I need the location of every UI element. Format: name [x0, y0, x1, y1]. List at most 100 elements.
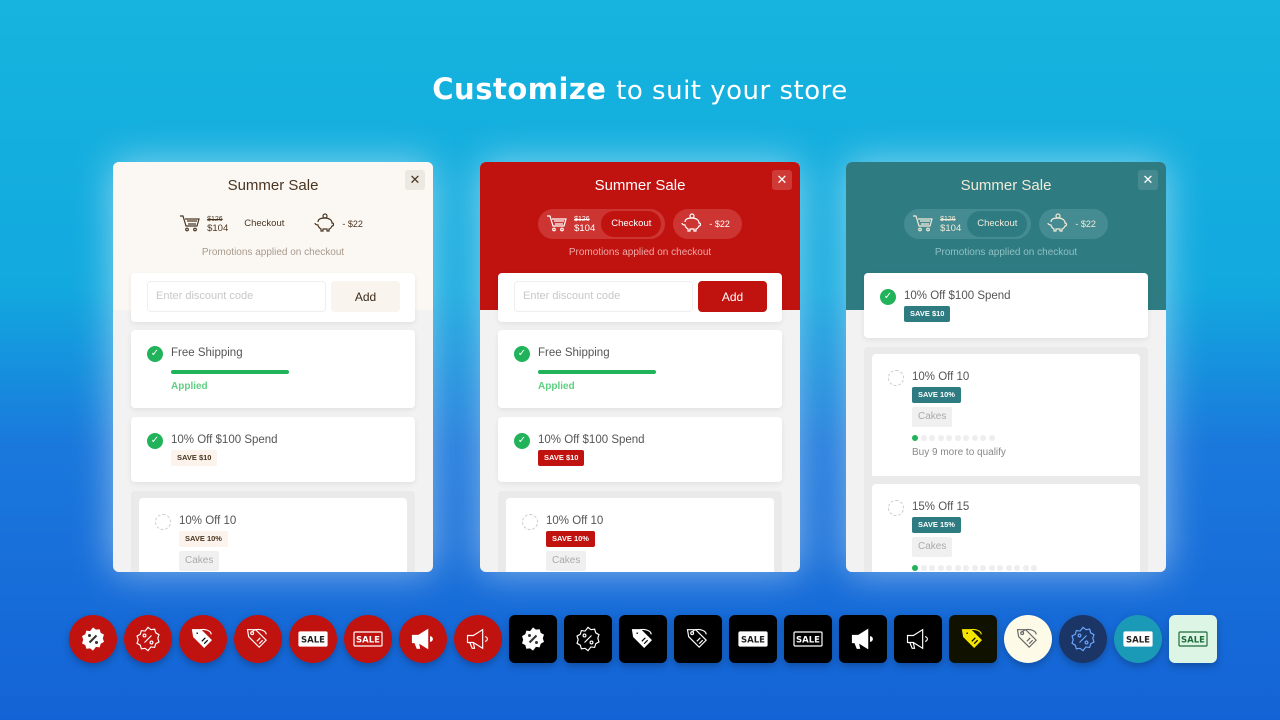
icon-option-badge-percent-filled[interactable] — [509, 615, 557, 663]
promotion-item: 10% Off 10 SAVE 10% Cakes — [506, 498, 774, 572]
icon-option-sale-outline[interactable]: SALE — [344, 615, 392, 663]
megaphone-outline-icon — [464, 625, 492, 653]
progress-dot — [954, 435, 961, 441]
icon-option-tags-outline[interactable] — [234, 615, 282, 663]
icon-option-megaphone-filled[interactable] — [839, 615, 887, 663]
progress-dot — [1022, 565, 1029, 571]
cart-total: $104 — [207, 223, 229, 234]
progress-dot — [920, 565, 927, 571]
progress-dot — [963, 435, 969, 441]
card-title: Summer Sale — [227, 177, 319, 194]
close-icon[interactable]: ✕ — [405, 170, 425, 190]
discount-code-input[interactable]: Enter discount code — [514, 281, 693, 312]
progress-dot — [1014, 565, 1020, 571]
checkout-button[interactable]: Checkout — [601, 211, 662, 237]
icon-option-tags-filled[interactable] — [179, 615, 227, 663]
cart-icon — [912, 214, 934, 234]
piggy-bank-icon — [1047, 213, 1069, 235]
promo-widget-card: Summer Sale ✕ $126 $104 Checkout - $22 Pr… — [113, 162, 433, 572]
tags-outline-icon — [244, 625, 272, 653]
promotion-item: ✓ 10% Off $100 Spend SAVE $10 — [498, 417, 782, 482]
progress-dot — [912, 435, 918, 441]
progress-dot — [971, 565, 978, 571]
svg-text:SALE: SALE — [796, 636, 820, 646]
progress-dot — [929, 565, 935, 571]
icon-option-tags-outline[interactable] — [674, 615, 722, 663]
sale-outline-icon: SALE — [1178, 631, 1208, 647]
icon-option-tags-filled[interactable] — [619, 615, 667, 663]
add-discount-button[interactable]: Add — [331, 281, 400, 312]
collection-tag: Cakes — [912, 407, 953, 427]
icon-option-megaphone-filled[interactable] — [399, 615, 447, 663]
icon-option-sale-filled[interactable]: SALE — [729, 615, 777, 663]
close-icon[interactable]: ✕ — [1138, 170, 1158, 190]
save-badge: SAVE $10 — [904, 306, 951, 322]
quantity-progress — [912, 565, 1037, 571]
promotion-group: 10% Off 10 SAVE 10% Cakes — [498, 491, 782, 572]
cart-pill: $126 $104 Checkout — [538, 209, 666, 239]
collection-tag: Cakes — [912, 537, 953, 557]
discount-panel: Enter discount code Add — [498, 273, 782, 322]
icon-option-badge-percent-outline[interactable] — [564, 615, 612, 663]
icon-option-badge-percent-outline[interactable] — [124, 615, 172, 663]
icon-option-sale-filled[interactable]: SALE — [1114, 615, 1162, 663]
check-icon: ✓ — [147, 346, 163, 362]
promotion-title: 10% Off $100 Spend — [538, 434, 645, 446]
save-badge: SAVE 10% — [179, 531, 228, 547]
icon-option-tags-outline[interactable] — [1004, 615, 1052, 663]
promotion-title: 10% Off 10 — [912, 371, 970, 383]
pending-circle-icon — [155, 514, 171, 530]
savings-amount: - $22 — [1075, 219, 1096, 229]
applied-status: Applied — [538, 381, 575, 392]
progress-dot — [954, 565, 961, 571]
pending-circle-icon — [888, 500, 904, 516]
promotion-group: 10% Off 10 SAVE 10% Cakes — [131, 491, 415, 572]
promotion-item: 10% Off 10 SAVE 10% Cakes — [139, 498, 407, 572]
icon-option-badge-percent-outline[interactable] — [1059, 615, 1107, 663]
add-discount-button[interactable]: Add — [698, 281, 767, 312]
tags-filled-icon — [959, 625, 987, 653]
badge-percent-filled-icon — [79, 625, 107, 653]
icon-option-sale-outline[interactable]: SALE — [784, 615, 832, 663]
promo-note: Promotions applied on checkout — [201, 247, 345, 258]
icon-option-sale-outline[interactable]: SALE — [1169, 615, 1217, 663]
progress-dot — [946, 435, 952, 441]
promotion-item: ✓ Free Shipping Applied — [498, 330, 782, 408]
pending-circle-icon — [888, 370, 904, 386]
megaphone-filled-icon — [409, 625, 437, 653]
tags-outline-icon — [1014, 625, 1042, 653]
icon-option-megaphone-outline[interactable] — [454, 615, 502, 663]
savings-amount: - $22 — [709, 219, 730, 229]
progress-dot — [912, 565, 918, 571]
progress-dot — [988, 435, 995, 441]
icon-option-badge-percent-filled[interactable] — [69, 615, 117, 663]
progress-dot — [929, 435, 935, 441]
badge-percent-filled-icon — [519, 625, 547, 653]
icon-option-megaphone-outline[interactable] — [894, 615, 942, 663]
icon-option-tags-filled[interactable] — [949, 615, 997, 663]
cart-total: $104 — [940, 223, 962, 234]
piggy-bank-icon — [314, 213, 336, 235]
promo-note: Promotions applied on checkout — [568, 247, 712, 258]
svg-text:SALE: SALE — [356, 636, 380, 646]
cart-pill: $126 $104 Checkout — [904, 209, 1032, 239]
discount-code-input[interactable]: Enter discount code — [147, 281, 326, 312]
checkout-button[interactable]: Checkout — [967, 211, 1028, 237]
progress-bar — [538, 370, 656, 374]
promotion-item: 10% Off 10 SAVE 10% Cakes Buy 9 more to q… — [872, 354, 1140, 476]
close-icon[interactable]: ✕ — [772, 170, 792, 190]
promotion-title: Free Shipping — [538, 347, 610, 359]
page-headline: Customize to suit your store — [0, 72, 1280, 106]
icon-style-picker: SALE SALE SALE SALE SALE SALE — [69, 615, 1217, 663]
svg-text:SALE: SALE — [301, 636, 325, 646]
save-badge: SAVE $10 — [538, 450, 585, 466]
checkout-button[interactable]: Checkout — [234, 211, 295, 237]
savings-pill: - $22 — [306, 209, 375, 239]
icon-option-sale-filled[interactable]: SALE — [289, 615, 337, 663]
applied-status: Applied — [171, 381, 208, 392]
tags-filled-icon — [629, 625, 657, 653]
promo-note: Promotions applied on checkout — [934, 247, 1078, 258]
badge-percent-outline-icon — [1069, 625, 1097, 653]
progress-dot — [980, 565, 986, 571]
progress-dot — [937, 435, 944, 441]
